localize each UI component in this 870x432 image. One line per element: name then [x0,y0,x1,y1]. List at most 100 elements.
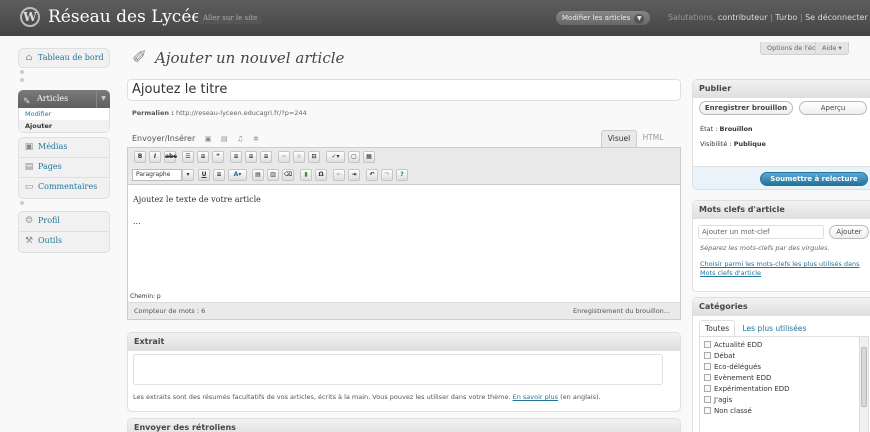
learn-more-link[interactable]: En savoir plus [513,393,558,401]
align-right-icon[interactable]: ≡ [260,151,272,163]
fullscreen-icon[interactable]: ▢ [348,151,360,163]
add-tag-button[interactable]: Ajouter [829,225,869,239]
tags-title[interactable]: Mots clefs d'article [693,201,870,219]
italic-icon[interactable]: I [149,151,161,163]
user-greeting: Salutations, contributeur | Turbo | Se d… [668,13,868,22]
articles-submenu: Modifier Ajouter [18,108,110,133]
add-media-icon[interactable]: ✲ [253,135,259,143]
bold-icon[interactable]: B [134,151,146,163]
add-video-icon[interactable]: ▤ [221,135,228,143]
kitchen-sink-icon[interactable]: ▦ [363,151,375,163]
checkbox[interactable] [704,363,711,370]
menu-profile[interactable]: ☺ Profil [19,212,109,232]
more-tag-icon[interactable]: ⊟ [308,151,320,163]
help-icon[interactable]: ? [396,169,408,181]
strikethrough-icon[interactable]: abc [164,151,177,163]
list-item[interactable]: Débat [700,351,868,362]
menu-toggle-icon[interactable]: ▼ [96,90,110,108]
choose-tags-link[interactable]: Choisir parmi les mots-clefs les plus ut… [700,260,870,278]
checkbox[interactable] [704,341,711,348]
chevron-down-icon[interactable]: ▼ [634,14,645,24]
post-status: État : Brouillon [700,125,753,133]
justify-icon[interactable]: ≡ [213,169,225,181]
add-image-icon[interactable]: ▣ [205,135,212,143]
undo-icon[interactable]: ↶ [366,169,378,181]
trackbacks-title[interactable]: Envoyer des rétroliens [128,419,680,432]
menu-dashboard[interactable]: ⌂ Tableau de bord [18,48,110,68]
preview-button[interactable]: Aperçu [799,101,867,115]
favorite-actions-button[interactable]: Modifier les articles ▼ [556,11,651,25]
editor-content-area[interactable]: Ajoutez le texte de votre article ... [133,195,261,239]
submit-for-review-button[interactable]: Soumettre à relecture [760,172,868,186]
new-tag-input[interactable]: Ajouter un mot-clef [698,225,824,239]
menu-media[interactable]: ▣ Médias [19,138,109,158]
logout-link[interactable]: Se déconnecter [805,13,868,22]
checkbox[interactable] [704,352,711,359]
checkbox[interactable] [704,407,711,414]
menu-articles[interactable]: ✎ Articles ▼ [18,90,110,108]
format-select[interactable]: Paragraphe [132,169,182,181]
categories-title[interactable]: Catégories [693,298,870,316]
tab-html[interactable]: HTML [638,130,668,147]
link-icon[interactable]: ∞ [278,151,290,163]
submenu-item-edit[interactable]: Modifier [19,108,109,120]
submenu-item-add[interactable]: Ajouter [19,120,109,132]
list-item[interactable]: Expérimentation EDD [700,384,868,395]
menu-tools[interactable]: ⚒ Outils [19,232,109,252]
save-draft-button[interactable]: Enregistrer brouillon [699,101,793,115]
menu-pages[interactable]: ▤ Pages [19,158,109,178]
visit-site-button[interactable]: Aller sur le site [198,12,263,24]
tab-popular-categories[interactable]: Les plus utilisées [738,321,812,337]
help-tab[interactable]: Aide ▾ [815,42,849,55]
paste-text-icon[interactable]: ▤ [252,169,264,181]
outdent-icon[interactable]: ⇤ [333,169,345,181]
excerpt-textarea[interactable] [133,354,663,385]
align-center-icon[interactable]: ≡ [245,151,257,163]
category-checklist: Actualité EDD Débat Eco-délégués Evèneme… [699,336,869,432]
text-color-icon[interactable]: A▾ [228,169,247,181]
publish-title[interactable]: Publier [693,80,870,98]
post-pushpin-icon: ✐ [132,47,148,68]
paste-word-icon[interactable]: ▥ [267,169,279,181]
checkbox[interactable] [704,374,711,381]
indent-icon[interactable]: ⇥ [348,169,360,181]
wordpress-logo-icon[interactable]: W [20,7,40,27]
spellcheck-icon[interactable]: ✓▾ [326,151,345,163]
list-item[interactable]: Eco-délégués [700,362,868,373]
publish-box: Publier Enregistrer brouillon Aperçu Éta… [692,79,870,190]
remove-format-icon[interactable]: ⌫ [282,169,294,181]
media-icon[interactable]: ▮ [300,169,312,181]
list-item[interactable]: Actualité EDD [700,340,868,351]
unlink-icon[interactable]: ⊘ [293,151,305,163]
list-item[interactable]: Non classé [700,406,868,417]
tab-visual[interactable]: Visuel [601,130,637,147]
list-item[interactable]: Evènement EDD [700,373,868,384]
list-item[interactable]: J'agis [700,395,868,406]
blockquote-icon[interactable]: “ [212,151,224,163]
scrollbar-thumb[interactable] [861,347,867,407]
permalink-url[interactable]: http://reseau-lyceen.educagri.fr/?p=244 [176,109,307,117]
add-audio-icon[interactable]: ♫ [237,135,243,143]
turbo-link[interactable]: Turbo [775,13,797,22]
permalink-label: Permalien : [132,109,174,117]
numbered-list-icon[interactable]: ≡ [197,151,209,163]
category-scrollbar[interactable] [859,337,868,432]
user-profile-link[interactable]: contributeur [718,13,768,22]
excerpt-title[interactable]: Extrait [128,333,680,351]
underline-icon[interactable]: U [198,169,210,181]
category-label: Actualité EDD [714,341,763,349]
redo-icon[interactable]: ↷ [381,169,393,181]
align-left-icon[interactable]: ≡ [230,151,242,163]
special-char-icon[interactable]: Ω [315,169,327,181]
post-title-input[interactable]: Ajoutez le titre [127,79,681,101]
chevron-down-icon[interactable]: ▾ [182,169,194,181]
menu-comments[interactable]: ▭ Commentaires [19,178,109,198]
separator: | [799,13,803,22]
tab-all-categories[interactable]: Toutes [699,320,736,336]
site-title[interactable]: Réseau des Lycéens [48,7,221,27]
autosave-status: Enregistrement du brouillon... [573,307,670,315]
category-label: J'agis [714,396,733,404]
checkbox[interactable] [704,396,711,403]
checkbox[interactable] [704,385,711,392]
bullet-list-icon[interactable]: ☰ [182,151,194,163]
